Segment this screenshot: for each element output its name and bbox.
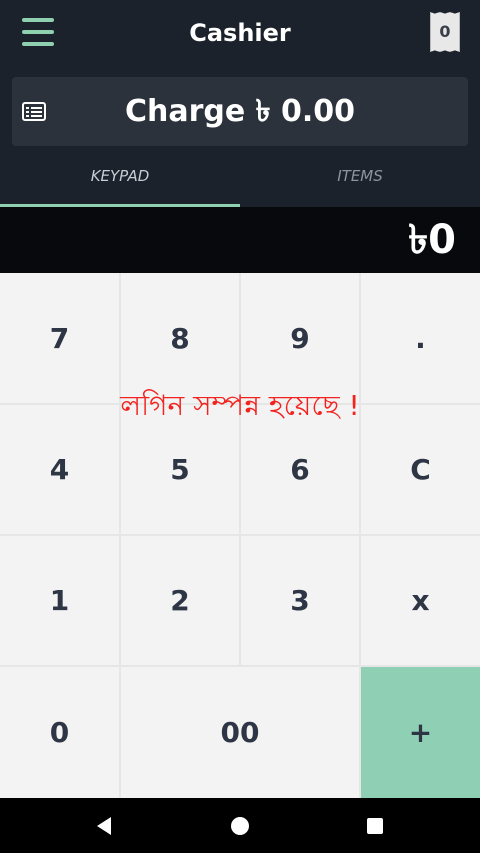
back-triangle-icon[interactable] <box>86 808 122 844</box>
key-4[interactable]: 4 <box>0 405 119 534</box>
key-1[interactable]: 1 <box>0 536 119 665</box>
key-0[interactable]: 0 <box>0 667 119 798</box>
key-8[interactable]: 8 <box>121 273 239 403</box>
amount-display: ৳0 <box>0 207 480 273</box>
keypad: 7 8 9 . 4 5 6 C 1 2 3 x 0 00 + <box>0 273 480 798</box>
key-7[interactable]: 7 <box>0 273 119 403</box>
key-9[interactable]: 9 <box>241 273 359 403</box>
key-add[interactable]: + <box>361 667 480 798</box>
receipt-count-badge: 0 <box>439 22 451 41</box>
charge-label: Charge ৳ 0.00 <box>124 94 356 129</box>
key-2[interactable]: 2 <box>121 536 239 665</box>
key-double-zero[interactable]: 00 <box>121 667 359 798</box>
key-multiply[interactable]: x <box>361 536 480 665</box>
system-navigation-bar <box>0 798 480 853</box>
key-clear[interactable]: C <box>361 405 480 534</box>
receipt-button[interactable]: 0 <box>428 12 464 54</box>
app-bar: Cashier 0 Charge ৳ 0.00 KEYPAD ITEMS <box>0 0 480 207</box>
key-3[interactable]: 3 <box>241 536 359 665</box>
home-circle-icon[interactable] <box>222 808 258 844</box>
key-6[interactable]: 6 <box>241 405 359 534</box>
key-decimal[interactable]: . <box>361 273 480 403</box>
charge-button[interactable]: Charge ৳ 0.00 <box>12 77 468 146</box>
key-5[interactable]: 5 <box>121 405 239 534</box>
amount-display-value: ৳0 <box>408 217 456 263</box>
page-title: Cashier <box>189 19 291 47</box>
tab-items[interactable]: ITEMS <box>240 150 480 207</box>
tab-keypad[interactable]: KEYPAD <box>0 150 240 207</box>
recents-square-icon[interactable] <box>357 808 393 844</box>
